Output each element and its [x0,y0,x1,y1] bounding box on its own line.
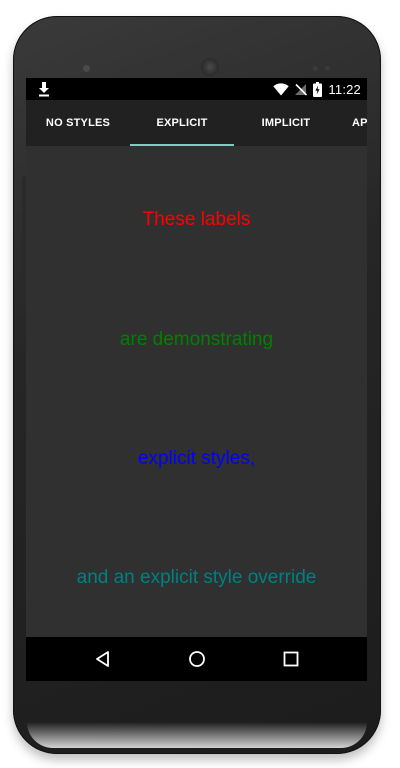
status-time: 11:22 [328,81,361,97]
tab-no-styles[interactable]: NO STYLES [26,100,130,146]
styled-label-2: are demonstrating [119,329,274,350]
styled-label-1: These labels [142,209,251,230]
tab-bar: NO STYLES EXPLICIT IMPLICIT AP [26,100,367,146]
tab-implicit[interactable]: IMPLICIT [234,100,338,146]
status-bar: 11:22 [26,78,367,100]
light-sensor [325,66,330,71]
content-area: These labels are demonstrating explicit … [26,146,367,637]
styled-label-4: and an explicit style override [76,567,317,588]
screen: 11:22 NO STYLES EXPLICIT IMPLICIT AP The… [26,78,367,681]
tab-application[interactable]: AP [338,100,367,146]
styled-label-3: explicit styles, [137,448,256,469]
download-icon [39,82,49,97]
recents-icon[interactable] [279,647,303,671]
navigation-bar [26,637,367,681]
proximity-sensor [313,66,318,71]
wifi-icon [273,82,290,95]
status-icons: 11:22 [273,78,361,100]
back-icon[interactable] [91,647,115,671]
earpiece-speaker [201,58,219,76]
tab-explicit[interactable]: EXPLICIT [130,100,234,146]
no-signal-icon [295,83,308,96]
device-bottom-edge [27,722,367,748]
battery-charging-icon [313,81,323,97]
home-icon[interactable] [185,647,209,671]
front-camera [83,65,90,72]
